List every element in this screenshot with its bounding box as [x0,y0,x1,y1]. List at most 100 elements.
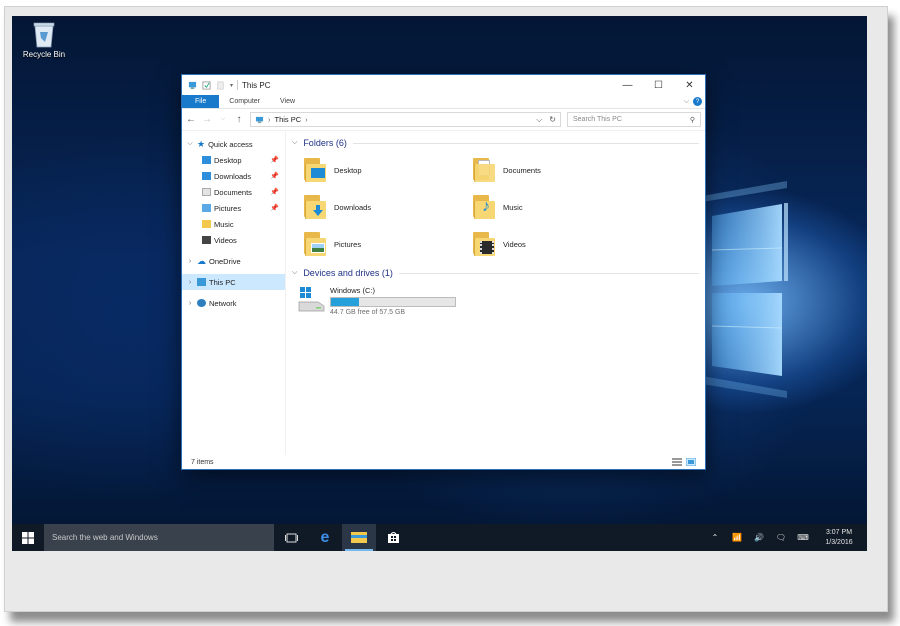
large-icons-view-icon[interactable] [686,458,696,466]
navigation-pane: ⌵ ★ Quick access Desktop 📌 Downloads 📌 D… [182,132,286,455]
drives-group-header[interactable]: ⌵ Devices and drives (1) [292,264,705,282]
group-divider [352,142,699,144]
network-status-icon[interactable]: 📶 [731,533,743,542]
breadcrumb-chevron-icon[interactable]: › [305,115,308,124]
maximize-button[interactable]: ☐ [643,75,674,95]
folder-label: Documents [503,165,541,175]
help-icon[interactable]: ? [693,97,702,106]
drive-usage-fill [331,298,359,306]
nav-label: Pictures [214,203,242,213]
address-actions: ⌵ ↻ [536,115,556,125]
nav-label: Desktop [214,155,242,165]
folders-group-header[interactable]: ⌵ Folders (6) [292,134,705,152]
minimize-button[interactable]: — [612,75,643,95]
nav-onedrive[interactable]: › ☁ OneDrive [182,253,285,269]
tab-file[interactable]: File [182,95,220,108]
show-hidden-icons-icon[interactable]: ⌃ [709,533,721,542]
customize-qat-icon[interactable]: ▾ [230,82,233,89]
taskbar: Search the web and Windows e ⌃ 📶 🔊 🗨 ⌨ 3… [12,524,867,551]
file-explorer-window[interactable]: ▾ This PC — ☐ ✕ File Computer View ⌵ ? ←… [181,74,706,470]
new-folder-icon[interactable] [216,81,225,90]
onedrive-cloud-icon: ☁ [197,255,206,266]
task-view-button[interactable] [274,524,308,551]
music-folder-icon [202,220,211,228]
folder-desktop[interactable]: Desktop [302,156,471,184]
item-count: 7 items [191,458,214,466]
folder-downloads[interactable]: Downloads [302,193,471,221]
title-separator [237,80,239,90]
nav-item-videos[interactable]: Videos [182,232,285,248]
title-bar[interactable]: ▾ This PC — ☐ ✕ [182,75,705,95]
clock[interactable]: 3:07 PM 1/3/2016 [819,528,859,548]
search-input[interactable]: Search This PC ⚲ [567,112,701,127]
pin-icon: 📌 [270,173,279,180]
properties-icon[interactable] [202,81,211,90]
volume-icon[interactable]: 🔊 [753,533,765,542]
window-title: This PC [242,80,271,90]
expand-caret-icon[interactable]: › [186,279,194,286]
folder-music[interactable]: ♪ Music [471,193,640,221]
refresh-icon[interactable]: ↻ [549,115,556,125]
nav-label: This PC [209,277,236,287]
window-controls: — ☐ ✕ [612,75,705,95]
nav-label: Videos [214,235,237,245]
content-pane: ⌵ Folders (6) Desktop Documents Download… [286,132,705,455]
edge-icon: e [320,528,330,546]
folder-label: Music [503,202,523,212]
pictures-folder-icon [302,230,328,258]
expand-caret-icon[interactable]: › [186,300,194,307]
action-center-icon[interactable]: 🗨 [775,533,787,542]
expand-caret-icon[interactable]: ⌵ [186,140,194,148]
store-button[interactable] [376,524,410,551]
expand-ribbon-icon[interactable]: ⌵ [684,98,689,106]
search-icon[interactable]: ⚲ [690,116,695,124]
expand-caret-icon[interactable]: › [186,258,194,265]
nav-item-music[interactable]: Music [182,216,285,232]
recycle-bin[interactable]: Recycle Bin [18,20,70,59]
folders-grid: Desktop Documents Downloads ♪ Music Pict… [292,156,705,258]
details-view-icon[interactable] [672,458,682,466]
nav-item-pictures[interactable]: Pictures 📌 [182,200,285,216]
nav-network[interactable]: › Network [182,295,285,311]
breadcrumb-this-pc[interactable]: This PC [275,115,302,124]
folder-pictures[interactable]: Pictures [302,230,471,258]
file-explorer-taskbar-button[interactable] [342,524,376,551]
drive-info: Windows (C:) 44.7 GB free of 57.5 GB [330,286,456,316]
start-button[interactable] [12,524,44,551]
up-arrow-icon[interactable]: ↑ [234,114,244,125]
taskbar-search-input[interactable]: Search the web and Windows [44,524,274,551]
nav-label: Quick access [208,139,253,149]
forward-arrow-icon[interactable]: → [202,114,212,125]
tab-computer[interactable]: Computer [219,95,270,108]
folder-documents[interactable]: Documents [471,156,640,184]
documents-folder-icon [202,188,211,196]
keyboard-icon[interactable]: ⌨ [797,533,809,542]
this-pc-icon [197,278,206,286]
nav-quick-access[interactable]: ⌵ ★ Quick access [182,136,285,152]
nav-item-documents[interactable]: Documents 📌 [182,184,285,200]
collapse-caret-icon[interactable]: ⌵ [292,139,297,147]
folder-videos[interactable]: Videos [471,230,640,258]
navigation-bar: ← → ⌵ ↑ › This PC › ⌵ ↻ Search This PC ⚲ [182,109,705,131]
videos-folder-icon [202,236,211,244]
clock-time: 3:07 PM [825,528,853,536]
pin-icon: 📌 [270,157,279,164]
edge-button[interactable]: e [308,524,342,551]
address-bar[interactable]: › This PC › ⌵ ↻ [250,112,561,127]
breadcrumb-separator-icon[interactable]: › [268,115,271,124]
collapse-caret-icon[interactable]: ⌵ [292,269,297,277]
group-divider [398,272,699,274]
recent-locations-icon[interactable]: ⌵ [218,116,228,123]
nav-item-downloads[interactable]: Downloads 📌 [182,168,285,184]
desktop-folder-icon [202,156,211,164]
drive-windows-c[interactable]: Windows (C:) 44.7 GB free of 57.5 GB [292,286,705,316]
back-arrow-icon[interactable]: ← [186,114,196,125]
nav-item-desktop[interactable]: Desktop 📌 [182,152,285,168]
wallpaper-logo-icon [702,181,788,398]
address-dropdown-icon[interactable]: ⌵ [536,115,542,125]
folders-header-label: Folders (6) [303,138,347,148]
tab-view[interactable]: View [270,95,305,108]
nav-this-pc[interactable]: › This PC [182,274,285,290]
close-button[interactable]: ✕ [674,75,705,95]
system-tray: ⌃ 📶 🔊 🗨 ⌨ 3:07 PM 1/3/2016 [709,528,867,548]
